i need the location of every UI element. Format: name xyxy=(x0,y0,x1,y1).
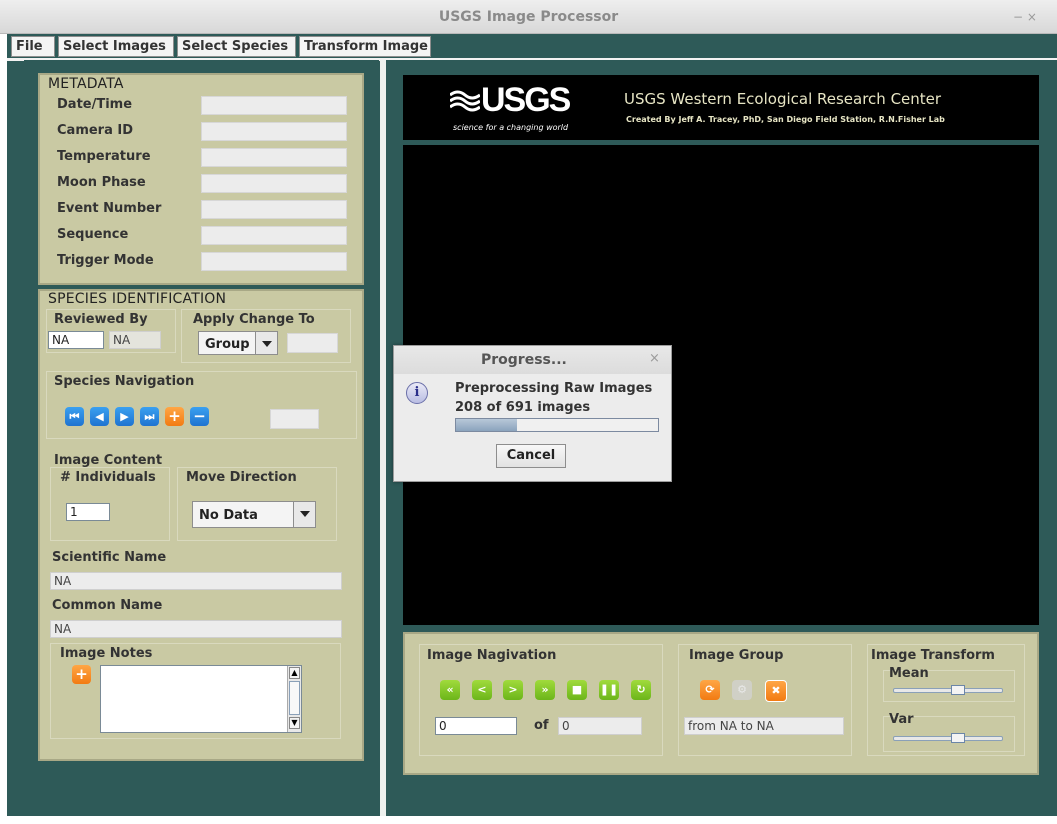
title-bar: USGS Image Processor − × xyxy=(0,0,1057,34)
chevron-down-icon xyxy=(293,502,315,527)
trigger-mode-field xyxy=(201,252,347,271)
progress-bar xyxy=(455,418,659,432)
progress-status: 208 of 691 images xyxy=(455,400,591,415)
group-refresh-icon[interactable]: ⟳ xyxy=(700,680,720,700)
scientific-name-label: Scientific Name xyxy=(52,550,167,565)
reviewed-by-input[interactable]: NA xyxy=(48,331,104,349)
event-number-field xyxy=(201,200,347,219)
common-name-field: NA xyxy=(50,620,342,638)
scroll-thumb[interactable] xyxy=(289,681,300,715)
usgs-tagline: science for a changing world xyxy=(453,123,569,132)
trigger-mode-label: Trigger Mode xyxy=(57,253,154,268)
usgs-logo: USGS xyxy=(481,81,571,119)
progress-dialog-titlebar: Progress... × xyxy=(394,346,671,374)
first-species-icon[interactable]: ⏮ xyxy=(65,407,84,426)
image-content-label: Image Content xyxy=(54,453,163,468)
current-image-input[interactable]: 0 xyxy=(435,717,517,735)
menu-transform-image[interactable]: Transform Image xyxy=(299,36,431,57)
common-name-label: Common Name xyxy=(52,598,163,613)
group-delete-icon[interactable]: ✖ xyxy=(765,680,787,702)
apply-change-value: Group xyxy=(205,337,250,352)
cancel-button[interactable]: Cancel xyxy=(496,444,566,468)
organization-title: USGS Western Ecological Research Center xyxy=(624,90,942,108)
individuals-input[interactable]: 1 xyxy=(66,503,110,521)
species-panel: SPECIES IDENTIFICATION Reviewed By NA NA… xyxy=(38,289,364,761)
notes-scrollbar[interactable]: ▲ ▼ xyxy=(287,666,301,732)
usgs-waves-icon xyxy=(449,87,481,113)
menu-select-images[interactable]: Select Images xyxy=(58,36,174,57)
last-species-icon[interactable]: ⏭ xyxy=(140,407,159,426)
metadata-panel: METADATA Date/Time Camera ID Temperature… xyxy=(38,73,364,285)
image-controls-panel: Image Nagivation « < > » ■ ❚❚ ↻ 0 of 0 I… xyxy=(403,632,1039,775)
previous-image-icon[interactable]: < xyxy=(472,680,492,700)
scroll-up-icon[interactable]: ▲ xyxy=(289,667,300,679)
image-notes-label: Image Notes xyxy=(60,646,153,661)
remove-species-icon[interactable]: − xyxy=(190,407,209,426)
species-count-field xyxy=(270,409,319,429)
window-title: USGS Image Processor xyxy=(438,9,619,25)
chevron-down-icon xyxy=(255,332,277,354)
apply-change-field xyxy=(287,333,338,353)
fast-forward-icon[interactable]: » xyxy=(535,680,555,700)
progress-dialog: Progress... × i Preprocessing Raw Images… xyxy=(393,345,672,482)
species-navigation-label: Species Navigation xyxy=(54,374,195,389)
date-time-label: Date/Time xyxy=(57,97,133,112)
metadata-title: METADATA xyxy=(48,76,124,92)
event-number-label: Event Number xyxy=(57,201,162,216)
window-controls[interactable]: − × xyxy=(1013,10,1037,24)
menu-file[interactable]: File xyxy=(11,36,55,57)
apply-change-label: Apply Change To xyxy=(193,312,315,327)
pause-icon[interactable]: ❚❚ xyxy=(599,680,619,700)
stop-icon[interactable]: ■ xyxy=(567,680,587,700)
reviewed-by-label: Reviewed By xyxy=(54,312,148,327)
image-navigation-label: Image Nagivation xyxy=(427,648,557,663)
individuals-label: # Individuals xyxy=(60,470,156,485)
add-species-icon[interactable]: + xyxy=(165,407,184,426)
progress-dialog-title: Progress... xyxy=(481,352,567,368)
group-range-field: from NA to NA xyxy=(684,717,844,735)
move-direction-select[interactable]: No Data xyxy=(192,501,316,528)
temperature-field xyxy=(201,148,347,167)
progress-message: Preprocessing Raw Images xyxy=(455,381,653,396)
sequence-label: Sequence xyxy=(57,227,129,242)
sequence-field xyxy=(201,226,347,245)
next-species-icon[interactable]: ▶ xyxy=(115,407,134,426)
image-transform-label: Image Transform xyxy=(871,648,995,663)
apply-change-select[interactable]: Group xyxy=(198,331,278,355)
reviewed-by-display: NA xyxy=(109,331,161,349)
image-group-label: Image Group xyxy=(689,648,784,663)
info-icon: i xyxy=(406,382,428,404)
add-note-icon[interactable]: + xyxy=(72,665,91,684)
mean-slider-thumb[interactable] xyxy=(950,685,965,695)
mean-slider-track[interactable] xyxy=(893,688,1003,693)
date-time-field xyxy=(201,96,347,115)
mean-label: Mean xyxy=(889,666,929,681)
group-settings-icon: ⚙ xyxy=(732,680,752,700)
var-label: Var xyxy=(889,712,914,727)
temperature-label: Temperature xyxy=(57,149,151,164)
moon-phase-label: Moon Phase xyxy=(57,175,146,190)
total-images-field: 0 xyxy=(558,717,642,735)
close-icon[interactable]: × xyxy=(649,351,660,366)
var-slider-thumb[interactable] xyxy=(950,733,965,743)
camera-id-label: Camera ID xyxy=(57,123,134,138)
move-direction-label: Move Direction xyxy=(186,470,297,485)
var-slider-track[interactable] xyxy=(893,736,1003,741)
header-banner: USGS science for a changing world USGS W… xyxy=(403,75,1039,140)
scientific-name-field: NA xyxy=(50,572,342,590)
credit-line: Created By Jeff A. Tracey, PhD, San Dieg… xyxy=(626,115,945,124)
fast-backward-icon[interactable]: « xyxy=(440,680,460,700)
of-label: of xyxy=(534,718,549,733)
scroll-down-icon[interactable]: ▼ xyxy=(289,717,300,729)
progress-bar-fill xyxy=(456,419,517,431)
camera-id-field xyxy=(201,122,347,141)
refresh-icon[interactable]: ↻ xyxy=(631,680,651,700)
next-image-icon[interactable]: > xyxy=(503,680,523,700)
species-title: SPECIES IDENTIFICATION xyxy=(48,291,227,307)
previous-species-icon[interactable]: ◀ xyxy=(90,407,109,426)
moon-phase-field xyxy=(201,174,347,193)
move-direction-value: No Data xyxy=(199,508,258,523)
image-notes-textarea[interactable]: ▲ ▼ xyxy=(100,665,302,733)
menu-select-species[interactable]: Select Species xyxy=(177,36,296,57)
